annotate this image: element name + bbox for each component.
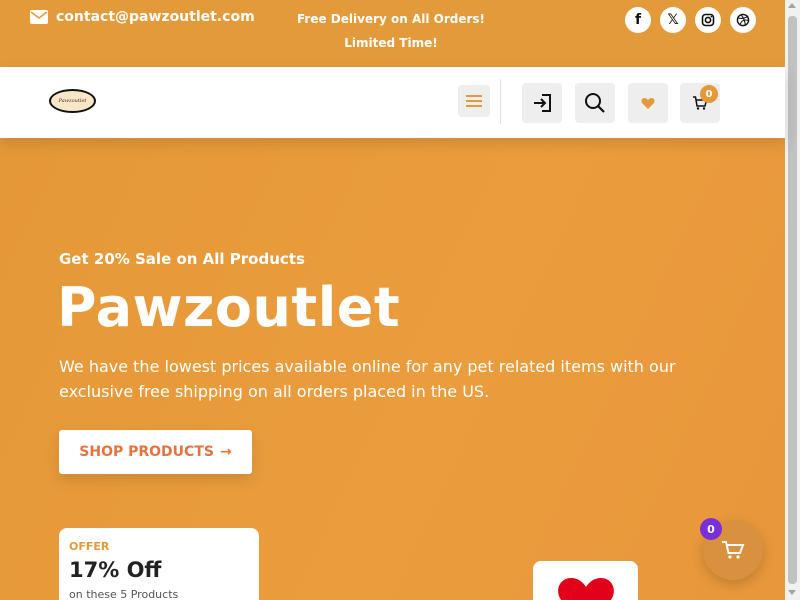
shop-products-button[interactable]: SHOP PRODUCTS → xyxy=(59,430,252,474)
dribbble-icon[interactable] xyxy=(730,7,756,33)
page-scrollbar[interactable] xyxy=(785,0,800,600)
offer-card[interactable]: OFFER 17% Off on these 5 Products xyxy=(59,528,259,600)
offer-value: 17% Off xyxy=(69,558,162,582)
search-button[interactable] xyxy=(575,83,615,123)
facebook-icon[interactable]: f xyxy=(625,7,651,33)
hero-title: Pawzoutlet xyxy=(57,276,401,339)
hero-subtitle: Get 20% Sale on All Products xyxy=(59,250,305,268)
heart-icon xyxy=(557,578,614,600)
login-button[interactable] xyxy=(522,83,562,123)
x-twitter-icon[interactable]: 𝕏 xyxy=(660,7,686,33)
scroll-down-arrow-icon[interactable] xyxy=(788,590,796,595)
arrow-right-icon: → xyxy=(219,444,232,460)
floating-cart-count-badge: 0 xyxy=(700,518,722,540)
shop-products-label: SHOP PRODUCTS xyxy=(79,444,214,460)
menu-icon xyxy=(466,95,482,107)
heart-card xyxy=(533,561,638,600)
social-links: f 𝕏 xyxy=(625,7,756,33)
site-header: Pawzoutlet 0 xyxy=(0,67,785,138)
offer-note: on these 5 Products xyxy=(69,588,179,600)
promo-text: Free Delivery on All Orders! Limited Tim… xyxy=(296,12,486,50)
heart-icon xyxy=(641,97,655,109)
logo-text: Pawzoutlet xyxy=(58,98,87,104)
hero-description: We have the lowest prices available onli… xyxy=(59,357,676,401)
site-logo[interactable]: Pawzoutlet xyxy=(49,89,96,113)
offer-label: OFFER xyxy=(69,540,110,553)
envelope-icon xyxy=(30,10,48,24)
contact-email[interactable]: contact@pawzoutlet.com xyxy=(30,9,255,25)
instagram-icon[interactable] xyxy=(695,7,721,33)
cart-count-badge: 0 xyxy=(700,85,718,103)
wishlist-button[interactable] xyxy=(628,83,668,123)
cart-icon xyxy=(722,541,745,559)
hero-section: Get 20% Sale on All Products Pawzoutlet … xyxy=(0,138,785,600)
scrollbar-thumb[interactable] xyxy=(788,16,797,584)
top-bar: contact@pawzoutlet.com Free Delivery on … xyxy=(0,0,800,67)
scroll-up-arrow-icon[interactable] xyxy=(788,3,796,8)
contact-email-text: contact@pawzoutlet.com xyxy=(56,9,255,25)
login-icon xyxy=(534,94,551,112)
search-icon xyxy=(585,93,605,113)
menu-button[interactable] xyxy=(458,85,490,117)
header-divider xyxy=(500,79,501,124)
